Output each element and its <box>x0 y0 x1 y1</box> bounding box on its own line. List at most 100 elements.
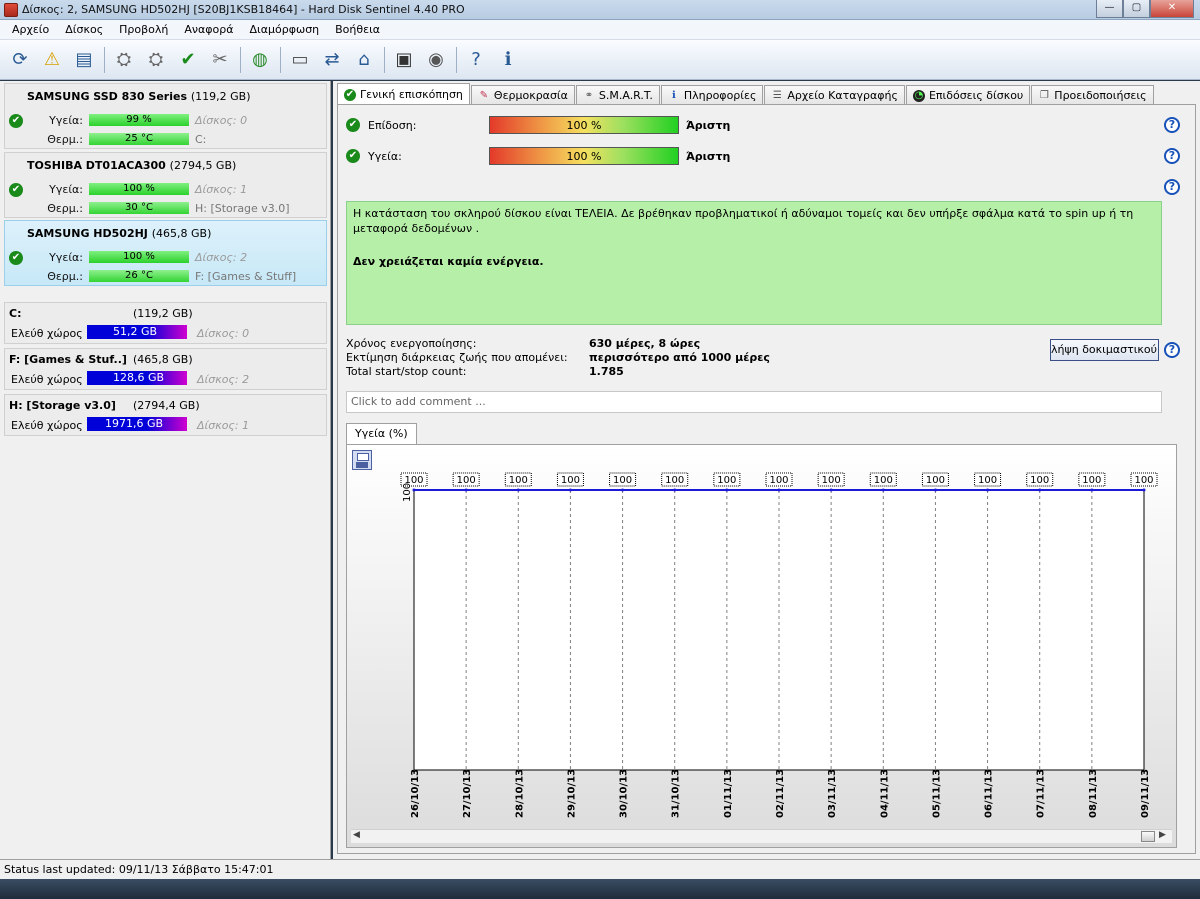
x-tick-label: 07/11/13 <box>1036 769 1047 818</box>
x-tick-label: 08/11/13 <box>1088 769 1099 818</box>
data-point <box>1142 488 1146 492</box>
data-point <box>777 488 781 492</box>
health-label: Υγεία: <box>49 183 83 196</box>
disk-card-0[interactable]: SAMSUNG SSD 830 Series (119,2 GB) ✔ Υγεί… <box>4 83 327 149</box>
help-icon[interactable]: ? <box>1164 117 1180 133</box>
toolbar-separator <box>456 46 457 73</box>
performance-row: ✔ Επίδοση: 100 % Άριστη <box>346 115 1186 135</box>
disk-ref: Δίσκος: 1 <box>195 183 248 196</box>
health-chart-area: 26/10/13 27/10/13 28/10/13 29/10/13 30/10/13… <box>346 444 1177 848</box>
monitor-icon[interactable]: ▣ <box>390 46 418 74</box>
startstop-label: Total start/stop count: <box>346 365 467 378</box>
scroll-thumb[interactable] <box>1141 831 1155 842</box>
action-text: Δεν χρειάζεται καμία ενέργεια. <box>353 255 544 268</box>
tab-strip: ✔ Γενική επισκόπηση ✎ Θερμοκρασία ⚭ S.M.A.R… <box>337 83 1155 105</box>
health-bar: 99 % <box>89 114 189 126</box>
help-icon[interactable]: ? <box>462 46 490 74</box>
tab-information[interactable]: ℹ Πληροφορίες <box>660 85 764 105</box>
tab-health-chart[interactable]: Υγεία (%) <box>346 423 417 445</box>
ok-check-icon: ✔ <box>9 251 23 265</box>
document-icon[interactable]: ▭ <box>286 46 314 74</box>
minimize-button[interactable]: — <box>1096 0 1123 18</box>
disk-check-icon[interactable]: ✔ <box>174 46 202 74</box>
surface-test-icon[interactable]: ⛭ <box>142 46 170 74</box>
health-value: 100 % <box>566 150 602 163</box>
comment-input[interactable]: Click to add comment ... <box>346 391 1162 413</box>
x-tick-label: 04/11/13 <box>879 769 890 818</box>
free-space-label: Ελεύθ χώρος <box>11 373 83 386</box>
menu-help[interactable]: Βοήθεια <box>327 23 388 36</box>
volume-card-c[interactable]: C: (119,2 GB) Ελεύθ χώρος 51,2 GB Δίσκος… <box>4 302 327 344</box>
close-button[interactable]: ✕ <box>1150 0 1194 18</box>
tab-disk-performance[interactable]: ◔ Επιδόσεις δίσκου <box>905 85 1031 105</box>
menu-configuration[interactable]: Διαμόρφωση <box>242 23 328 36</box>
power-on-value: 630 μέρες, 8 ώρες <box>589 337 701 350</box>
power-on-label: Χρόνος ενεργοποίησης: <box>346 337 477 350</box>
performance-rating: Άριστη <box>686 119 731 132</box>
disk-tools-icon[interactable]: ✂ <box>206 46 234 74</box>
health-row: ✔ Υγεία: 100 % Άριστη <box>346 146 1186 166</box>
data-label: 100 <box>561 475 580 486</box>
data-label: 100 <box>926 475 945 486</box>
scroll-right-icon[interactable]: ▶ <box>1159 830 1166 840</box>
health-label: Υγεία: <box>49 114 83 127</box>
help-icon[interactable]: ? <box>1164 148 1180 164</box>
disk-ref: Δίσκος: 2 <box>197 373 250 386</box>
smart-icon: ⚭ <box>584 89 594 101</box>
overview-tab-content: ✔ Επίδοση: 100 % Άριστη ? ✔ Υγεία: 100 %… <box>337 104 1196 854</box>
help-icon[interactable]: ? <box>1164 342 1180 358</box>
disk-test-icon[interactable]: ⛭ <box>110 46 138 74</box>
gauge-icon: ◔ <box>912 89 925 102</box>
data-point <box>1090 488 1094 492</box>
temp-label: Θερμ.: <box>47 202 83 215</box>
performance-value: 100 % <box>566 119 602 132</box>
disk-card-1[interactable]: TOSHIBA DT01ACA300 (2794,5 GB) ✔ Υγεία: … <box>4 152 327 218</box>
test-button[interactable]: λήψη δοκιμαστικού <box>1050 339 1159 361</box>
menu-file[interactable]: Αρχείο <box>4 23 57 36</box>
maximize-button[interactable]: ▢ <box>1123 0 1150 18</box>
tab-temperature[interactable]: ✎ Θερμοκρασία <box>470 85 575 105</box>
volume-ref: C: <box>195 133 207 146</box>
help-icon[interactable]: ? <box>1164 179 1180 195</box>
data-point <box>516 488 520 492</box>
disk-ref: Δίσκος: 0 <box>195 114 248 127</box>
horizontal-scrollbar[interactable]: ◀ ▶ <box>351 829 1172 843</box>
sync-icon[interactable]: ⇄ <box>318 46 346 74</box>
alert-icon[interactable]: ⚠ <box>38 46 66 74</box>
toolbar-separator <box>240 46 241 73</box>
disk-name: TOSHIBA DT01ACA300 (2794,5 GB) <box>27 159 237 172</box>
menu-bar: Αρχείο Δίσκος Προβολή Αναφορά Διαμόρφωση… <box>0 20 1200 40</box>
thermometer-icon: ✎ <box>479 89 489 101</box>
volume-card-f[interactable]: F: [Games & Stuf..] (465,8 GB) Ελεύθ χώρ… <box>4 348 327 390</box>
menu-view[interactable]: Προβολή <box>111 23 176 36</box>
data-point <box>621 488 625 492</box>
health-rating: Άριστη <box>686 150 731 163</box>
scroll-left-icon[interactable]: ◀ <box>353 830 360 840</box>
x-tick-label: 29/10/13 <box>566 769 577 818</box>
info-icon[interactable]: ℹ <box>494 46 522 74</box>
temp-label: Θερμ.: <box>47 270 83 283</box>
menu-report[interactable]: Αναφορά <box>176 23 241 36</box>
toolbar-separator <box>384 46 385 73</box>
data-label: 100 <box>1134 475 1153 486</box>
refresh-icon[interactable]: ⟳ <box>6 46 34 74</box>
tab-smart[interactable]: ⚭ S.M.A.R.T. <box>575 85 660 105</box>
tab-log[interactable]: ☰ Αρχείο Καταγραφής <box>764 85 905 105</box>
x-tick-label: 27/10/13 <box>462 769 473 818</box>
data-label: 100 <box>1030 475 1049 486</box>
window-controls: — ▢ ✕ <box>1096 0 1194 19</box>
disk-card-2[interactable]: SAMSUNG HD502HJ (465,8 GB) ✔ Υγεία: 100 … <box>4 220 327 286</box>
tab-overview[interactable]: ✔ Γενική επισκόπηση <box>337 83 470 105</box>
volume-size: (2794,4 GB) <box>133 399 200 412</box>
temp-bar: 25 °C <box>89 133 189 145</box>
temp-bar: 30 °C <box>89 202 189 214</box>
volume-card-h[interactable]: H: [Storage v3.0] (2794,4 GB) Ελεύθ χώρο… <box>4 394 327 436</box>
menu-disk[interactable]: Δίσκος <box>57 23 111 36</box>
globe-icon[interactable]: ◍ <box>246 46 274 74</box>
y-tick-label: 100 <box>402 483 413 502</box>
performance-label: Επίδοση: <box>368 119 417 132</box>
network-icon[interactable]: ⌂ <box>350 46 378 74</box>
speaker-icon[interactable]: ◉ <box>422 46 450 74</box>
tab-alerts[interactable]: ❐ Προειδοποιήσεις <box>1031 85 1154 105</box>
disk-report-icon[interactable]: ▤ <box>70 46 98 74</box>
